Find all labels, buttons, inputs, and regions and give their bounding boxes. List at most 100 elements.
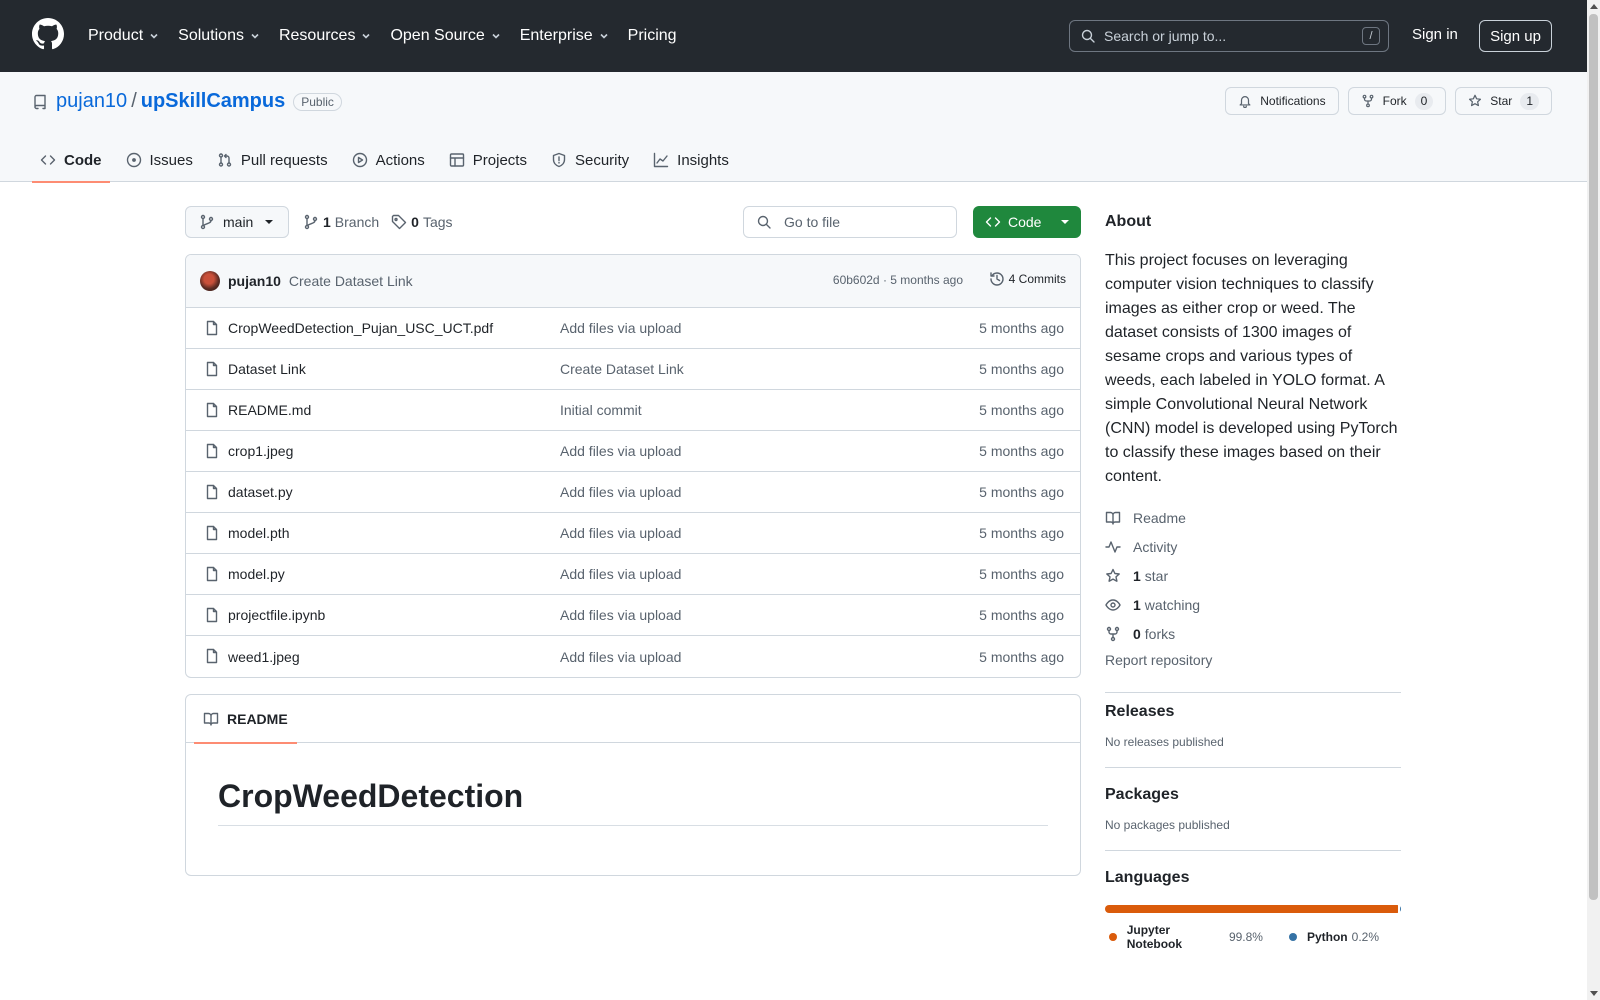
- tag-count: 0: [411, 214, 419, 230]
- global-header: Product Solutions Resources Open Source …: [0, 0, 1587, 72]
- tab-projects[interactable]: Projects: [441, 138, 535, 182]
- language-item[interactable]: Python 0.2%: [1288, 923, 1379, 951]
- releases-section: Releases No releases published: [1105, 692, 1401, 767]
- tab-issues[interactable]: Issues: [118, 138, 201, 182]
- file-age: 5 months ago: [979, 525, 1064, 541]
- file-commit-message-link[interactable]: Create Dataset Link: [560, 361, 684, 377]
- github-logo-icon[interactable]: [32, 18, 64, 50]
- commits-link[interactable]: 4 Commits: [989, 271, 1066, 287]
- tab-issues-label: Issues: [149, 151, 193, 169]
- table-row[interactable]: Dataset Link Create Dataset Link 5 months …: [186, 349, 1080, 390]
- nav-solutions-label: Solutions: [178, 27, 244, 44]
- table-row[interactable]: README.md Initial commit 5 months ago: [186, 390, 1080, 431]
- avatar[interactable]: [200, 271, 220, 291]
- table-row[interactable]: dataset.py Add files via upload 5 months a…: [186, 472, 1080, 513]
- scroll-down-arrow-icon[interactable]: [1590, 991, 1598, 996]
- nav-pricing[interactable]: Pricing: [628, 27, 677, 45]
- file-commit-message-link[interactable]: Add files via upload: [560, 566, 681, 582]
- activity-link[interactable]: Activity: [1105, 532, 1401, 561]
- file-commit-message-link[interactable]: Add files via upload: [560, 443, 681, 459]
- repo-name-link[interactable]: upSkillCampus: [141, 90, 285, 113]
- table-row[interactable]: projectfile.ipynb Add files via upload 5 m…: [186, 595, 1080, 636]
- tab-insights[interactable]: Insights: [645, 138, 737, 182]
- forks-link[interactable]: 0 forks: [1105, 619, 1401, 648]
- code-dropdown-button[interactable]: Code: [973, 206, 1081, 238]
- file-name-link[interactable]: dataset.py: [228, 484, 293, 500]
- caret-down-icon: [265, 220, 274, 224]
- search-input[interactable]: Search or jump to... /: [1069, 20, 1389, 52]
- file-commit-message-link[interactable]: Add files via upload: [560, 649, 681, 665]
- sign-up-button[interactable]: Sign up: [1479, 20, 1552, 52]
- tab-security[interactable]: Security: [543, 138, 637, 182]
- nav-open-source-label: Open Source: [390, 27, 485, 44]
- file-table: pujan10 Create Dataset Link 60b602d · 5 …: [185, 254, 1081, 678]
- file-commit-message-link[interactable]: Add files via upload: [560, 525, 681, 541]
- file-name-link[interactable]: model.py: [228, 566, 285, 582]
- file-age: 5 months ago: [979, 484, 1064, 500]
- table-row[interactable]: model.py Add files via upload 5 months ago: [186, 554, 1080, 595]
- file-icon: [206, 566, 218, 582]
- about-links: Readme Activity 1 star 1 watching 0 fork…: [1105, 503, 1401, 648]
- stars-link[interactable]: 1 star: [1105, 561, 1401, 590]
- table-row[interactable]: model.pth Add files via upload 5 months ag…: [186, 513, 1080, 554]
- nav-resources[interactable]: Resources: [279, 27, 372, 45]
- fork-button[interactable]: Fork 0: [1347, 87, 1447, 115]
- language-item[interactable]: Jupyter Notebook 99.8%: [1109, 923, 1263, 951]
- caret-down-icon: [1061, 220, 1069, 224]
- scrollbar-thumb[interactable]: [1589, 14, 1598, 900]
- file-icon: [206, 320, 218, 336]
- table-row[interactable]: weed1.jpeg Add files via upload 5 months a…: [186, 636, 1080, 677]
- file-age: 5 months ago: [979, 443, 1064, 459]
- sign-in-link[interactable]: Sign in: [1412, 26, 1458, 43]
- file-icon: [206, 361, 218, 377]
- releases-heading[interactable]: Releases: [1105, 703, 1401, 721]
- watchers-link[interactable]: 1 watching: [1105, 590, 1401, 619]
- tab-code[interactable]: Code: [32, 138, 110, 183]
- notifications-button[interactable]: Notifications: [1225, 87, 1339, 115]
- file-name-link[interactable]: weed1.jpeg: [228, 649, 300, 665]
- scroll-up-arrow-icon[interactable]: [1590, 4, 1598, 9]
- file-commit-message-link[interactable]: Add files via upload: [560, 607, 681, 623]
- nav-enterprise[interactable]: Enterprise: [520, 27, 610, 45]
- file-name-link[interactable]: model.pth: [228, 525, 289, 541]
- file-commit-message-link[interactable]: Add files via upload: [560, 484, 681, 500]
- branches-link[interactable]: 1 Branch: [303, 214, 379, 230]
- packages-heading[interactable]: Packages: [1105, 786, 1401, 804]
- history-icon: [989, 272, 1004, 286]
- nav-open-source[interactable]: Open Source: [390, 27, 501, 45]
- file-name-link[interactable]: Dataset Link: [228, 361, 306, 377]
- commit-message-link[interactable]: Create Dataset Link: [289, 273, 413, 289]
- watching-count: 1: [1133, 596, 1141, 613]
- table-row[interactable]: CropWeedDetection_Pujan_USC_UCT.pdf Add f…: [186, 308, 1080, 349]
- play-icon: [352, 152, 367, 168]
- tags-link[interactable]: 0 Tags: [391, 214, 453, 230]
- activity-link-label: Activity: [1133, 538, 1178, 555]
- nav-resources-label: Resources: [278, 27, 356, 44]
- go-to-file-input[interactable]: Go to file: [743, 206, 957, 238]
- file-name-link[interactable]: projectfile.ipynb: [228, 607, 325, 623]
- branch-select-button[interactable]: main: [185, 206, 289, 238]
- file-commit-message-link[interactable]: Initial commit: [560, 402, 642, 418]
- readme-link[interactable]: Readme: [1105, 503, 1401, 532]
- nav-solutions[interactable]: Solutions: [178, 27, 261, 45]
- tab-pull-requests[interactable]: Pull requests: [209, 138, 336, 182]
- file-name-link[interactable]: CropWeedDetection_Pujan_USC_UCT.pdf: [228, 320, 493, 336]
- commit-hash-time[interactable]: 60b602d · 5 months ago: [833, 273, 963, 287]
- nav-product[interactable]: Product: [88, 27, 160, 45]
- commit-author-link[interactable]: pujan10: [228, 273, 281, 289]
- repo-owner-link[interactable]: pujan10: [56, 90, 127, 113]
- tab-actions[interactable]: Actions: [344, 138, 433, 182]
- file-name-link[interactable]: README.md: [228, 402, 311, 418]
- file-name-link[interactable]: crop1.jpeg: [228, 443, 293, 459]
- visibility-badge: Public: [293, 92, 342, 111]
- readme-tab[interactable]: README: [194, 695, 297, 744]
- notifications-label: Notifications: [1260, 94, 1326, 108]
- page-scrollbar[interactable]: [1587, 0, 1600, 1000]
- forks-label: forks: [1144, 625, 1176, 642]
- repo-header: pujan10 / upSkillCampus Public Notificat…: [0, 72, 1587, 183]
- table-row[interactable]: crop1.jpeg Add files via upload 5 months a…: [186, 431, 1080, 472]
- report-repository-link[interactable]: Report repository: [1105, 652, 1401, 668]
- languages-section: Languages Jupyter Notebook 99.8% Python 0.2…: [1105, 850, 1401, 951]
- file-commit-message-link[interactable]: Add files via upload: [560, 320, 681, 336]
- star-button[interactable]: Star 1: [1455, 87, 1552, 115]
